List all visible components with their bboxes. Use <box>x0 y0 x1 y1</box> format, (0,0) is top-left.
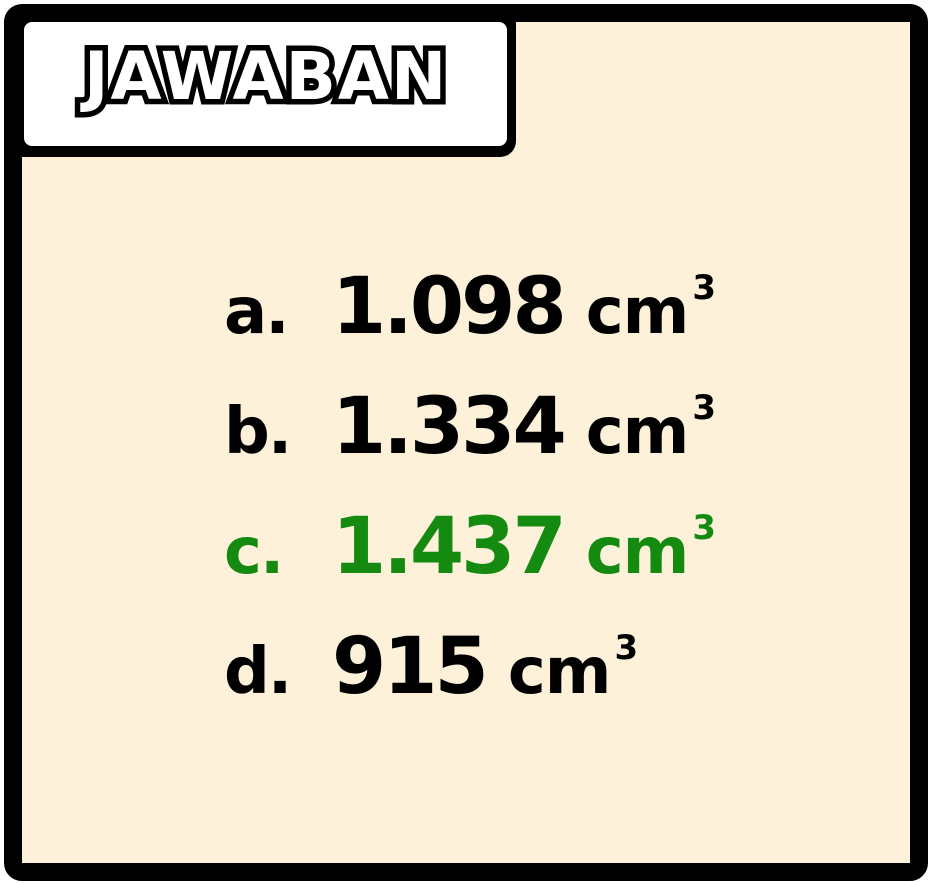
answer-option-b: b. 1.334 cm 3 <box>224 382 716 502</box>
option-letter: a. <box>224 275 290 349</box>
option-value: 915 <box>332 622 489 712</box>
answer-list: a. 1.098 cm 3 b. 1.334 cm 3 c. 1.437 cm 3 d… <box>224 262 716 742</box>
header-title: JAWABAN <box>78 33 451 121</box>
option-unit: cm <box>585 395 690 469</box>
option-unit: cm <box>585 515 690 589</box>
option-exponent: 3 <box>692 388 717 428</box>
option-unit: cm <box>507 635 612 709</box>
option-letter: c. <box>224 515 284 589</box>
option-value: 1.437 <box>332 502 567 592</box>
option-letter: d. <box>224 635 292 709</box>
option-value: 1.334 <box>332 382 567 472</box>
option-value: 1.098 <box>332 262 567 352</box>
option-exponent: 3 <box>692 268 717 308</box>
answer-option-c: c. 1.437 cm 3 <box>224 502 716 622</box>
option-exponent: 3 <box>614 628 639 668</box>
option-letter: b. <box>224 395 292 469</box>
answer-option-a: a. 1.098 cm 3 <box>224 262 716 382</box>
option-exponent: 3 <box>692 508 717 548</box>
option-unit: cm <box>585 275 690 349</box>
answer-option-d: d. 915 cm 3 <box>224 622 716 742</box>
